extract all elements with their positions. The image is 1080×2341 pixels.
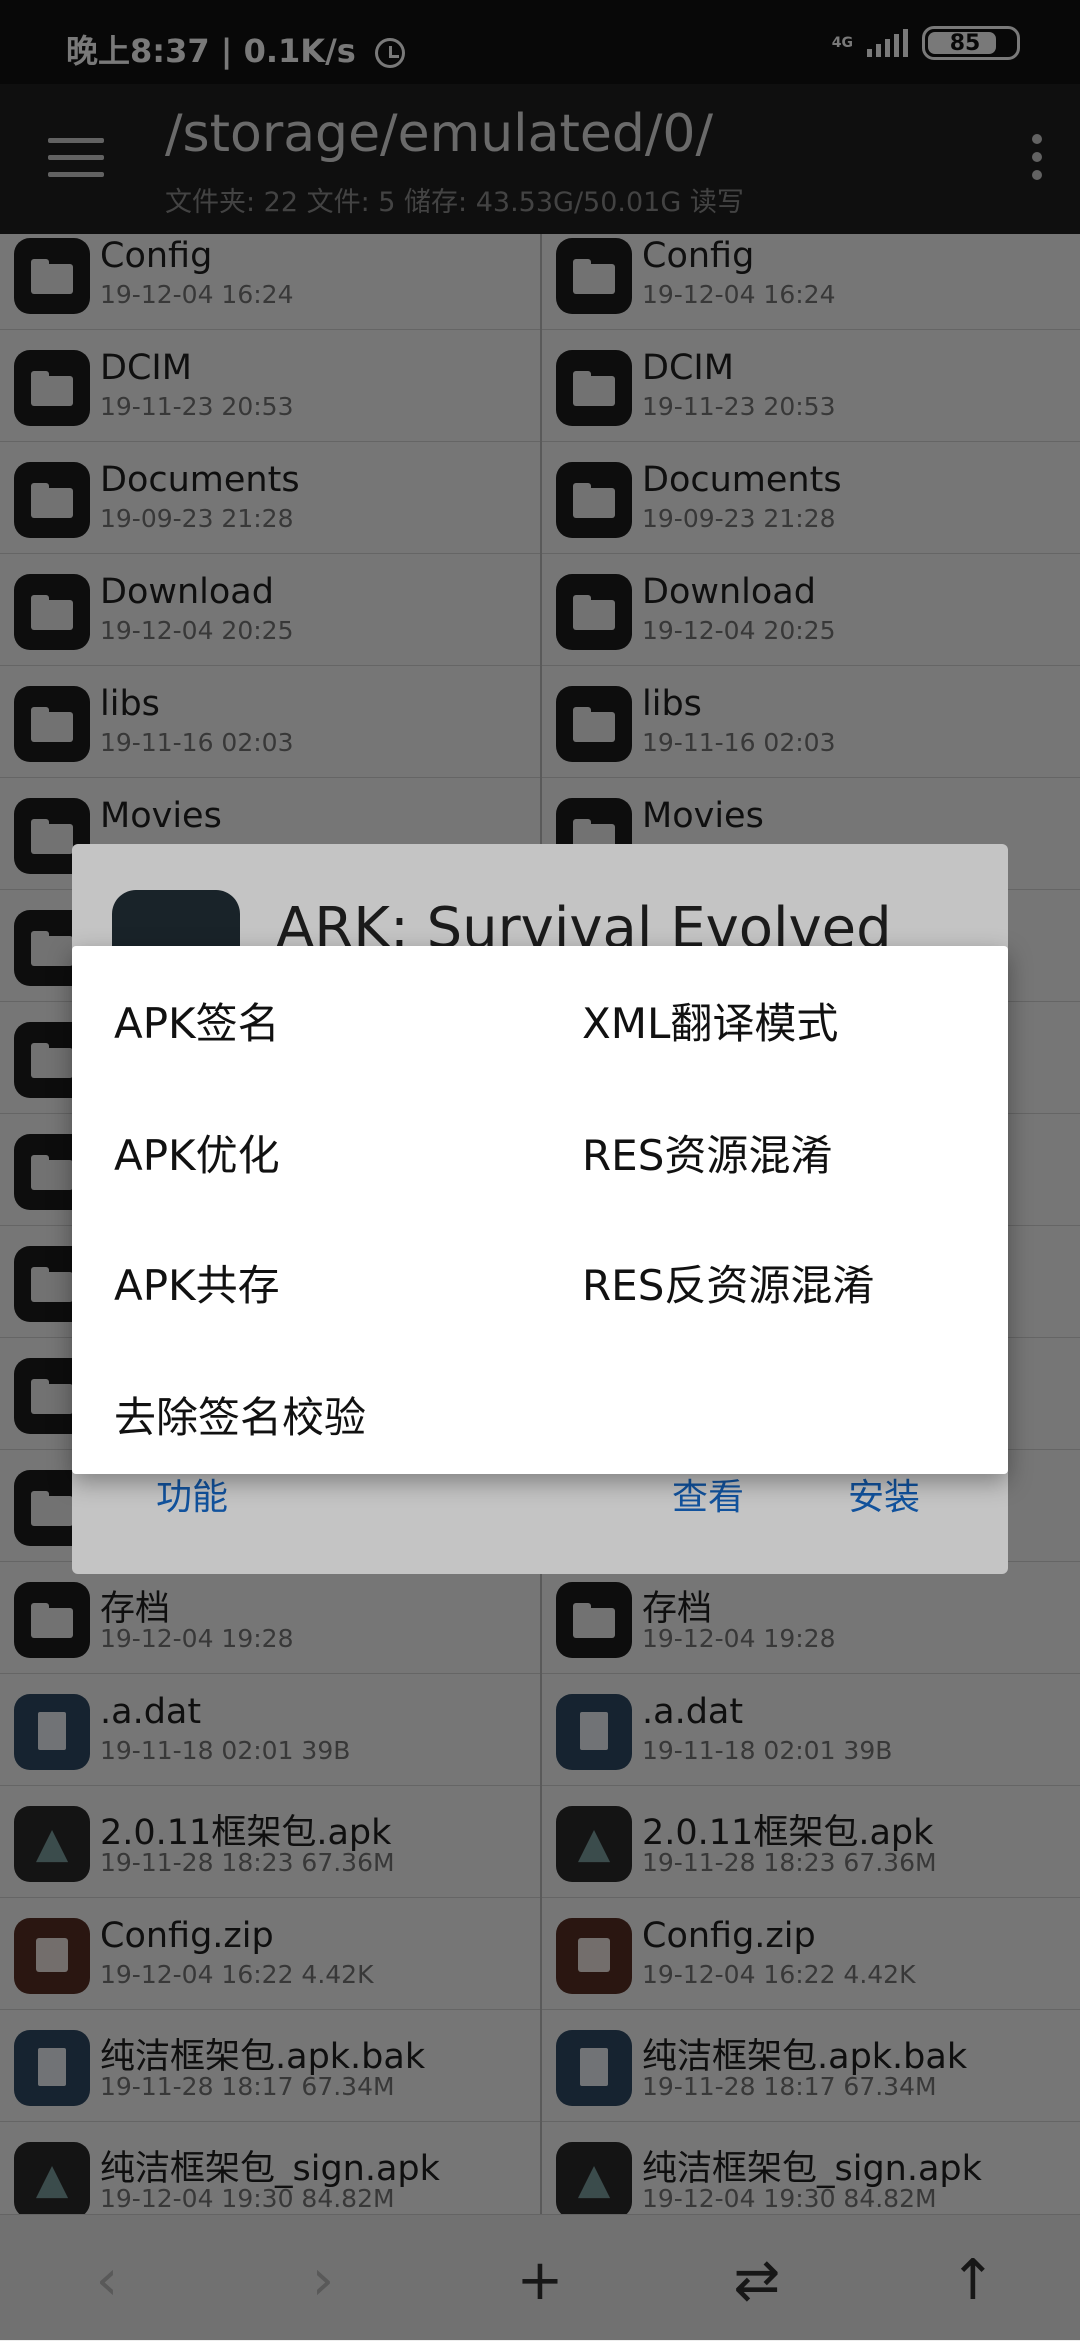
function-menu: APK签名 XML翻译模式 APK优化 RES资源混淆 APK共存 RES反资源… — [72, 946, 1008, 1474]
menu-item-apk-sign[interactable]: APK签名 — [114, 990, 280, 1051]
menu-item-apk-optimize[interactable]: APK优化 — [114, 1122, 280, 1183]
menu-item-res-obfuscate[interactable]: RES资源混淆 — [582, 1122, 832, 1183]
menu-item-apk-coexist[interactable]: APK共存 — [114, 1252, 280, 1313]
menu-item-xml-translate[interactable]: XML翻译模式 — [582, 990, 838, 1051]
menu-item-remove-sign-check[interactable]: 去除签名校验 — [114, 1384, 366, 1445]
menu-item-res-deobfuscate[interactable]: RES反资源混淆 — [582, 1252, 874, 1313]
